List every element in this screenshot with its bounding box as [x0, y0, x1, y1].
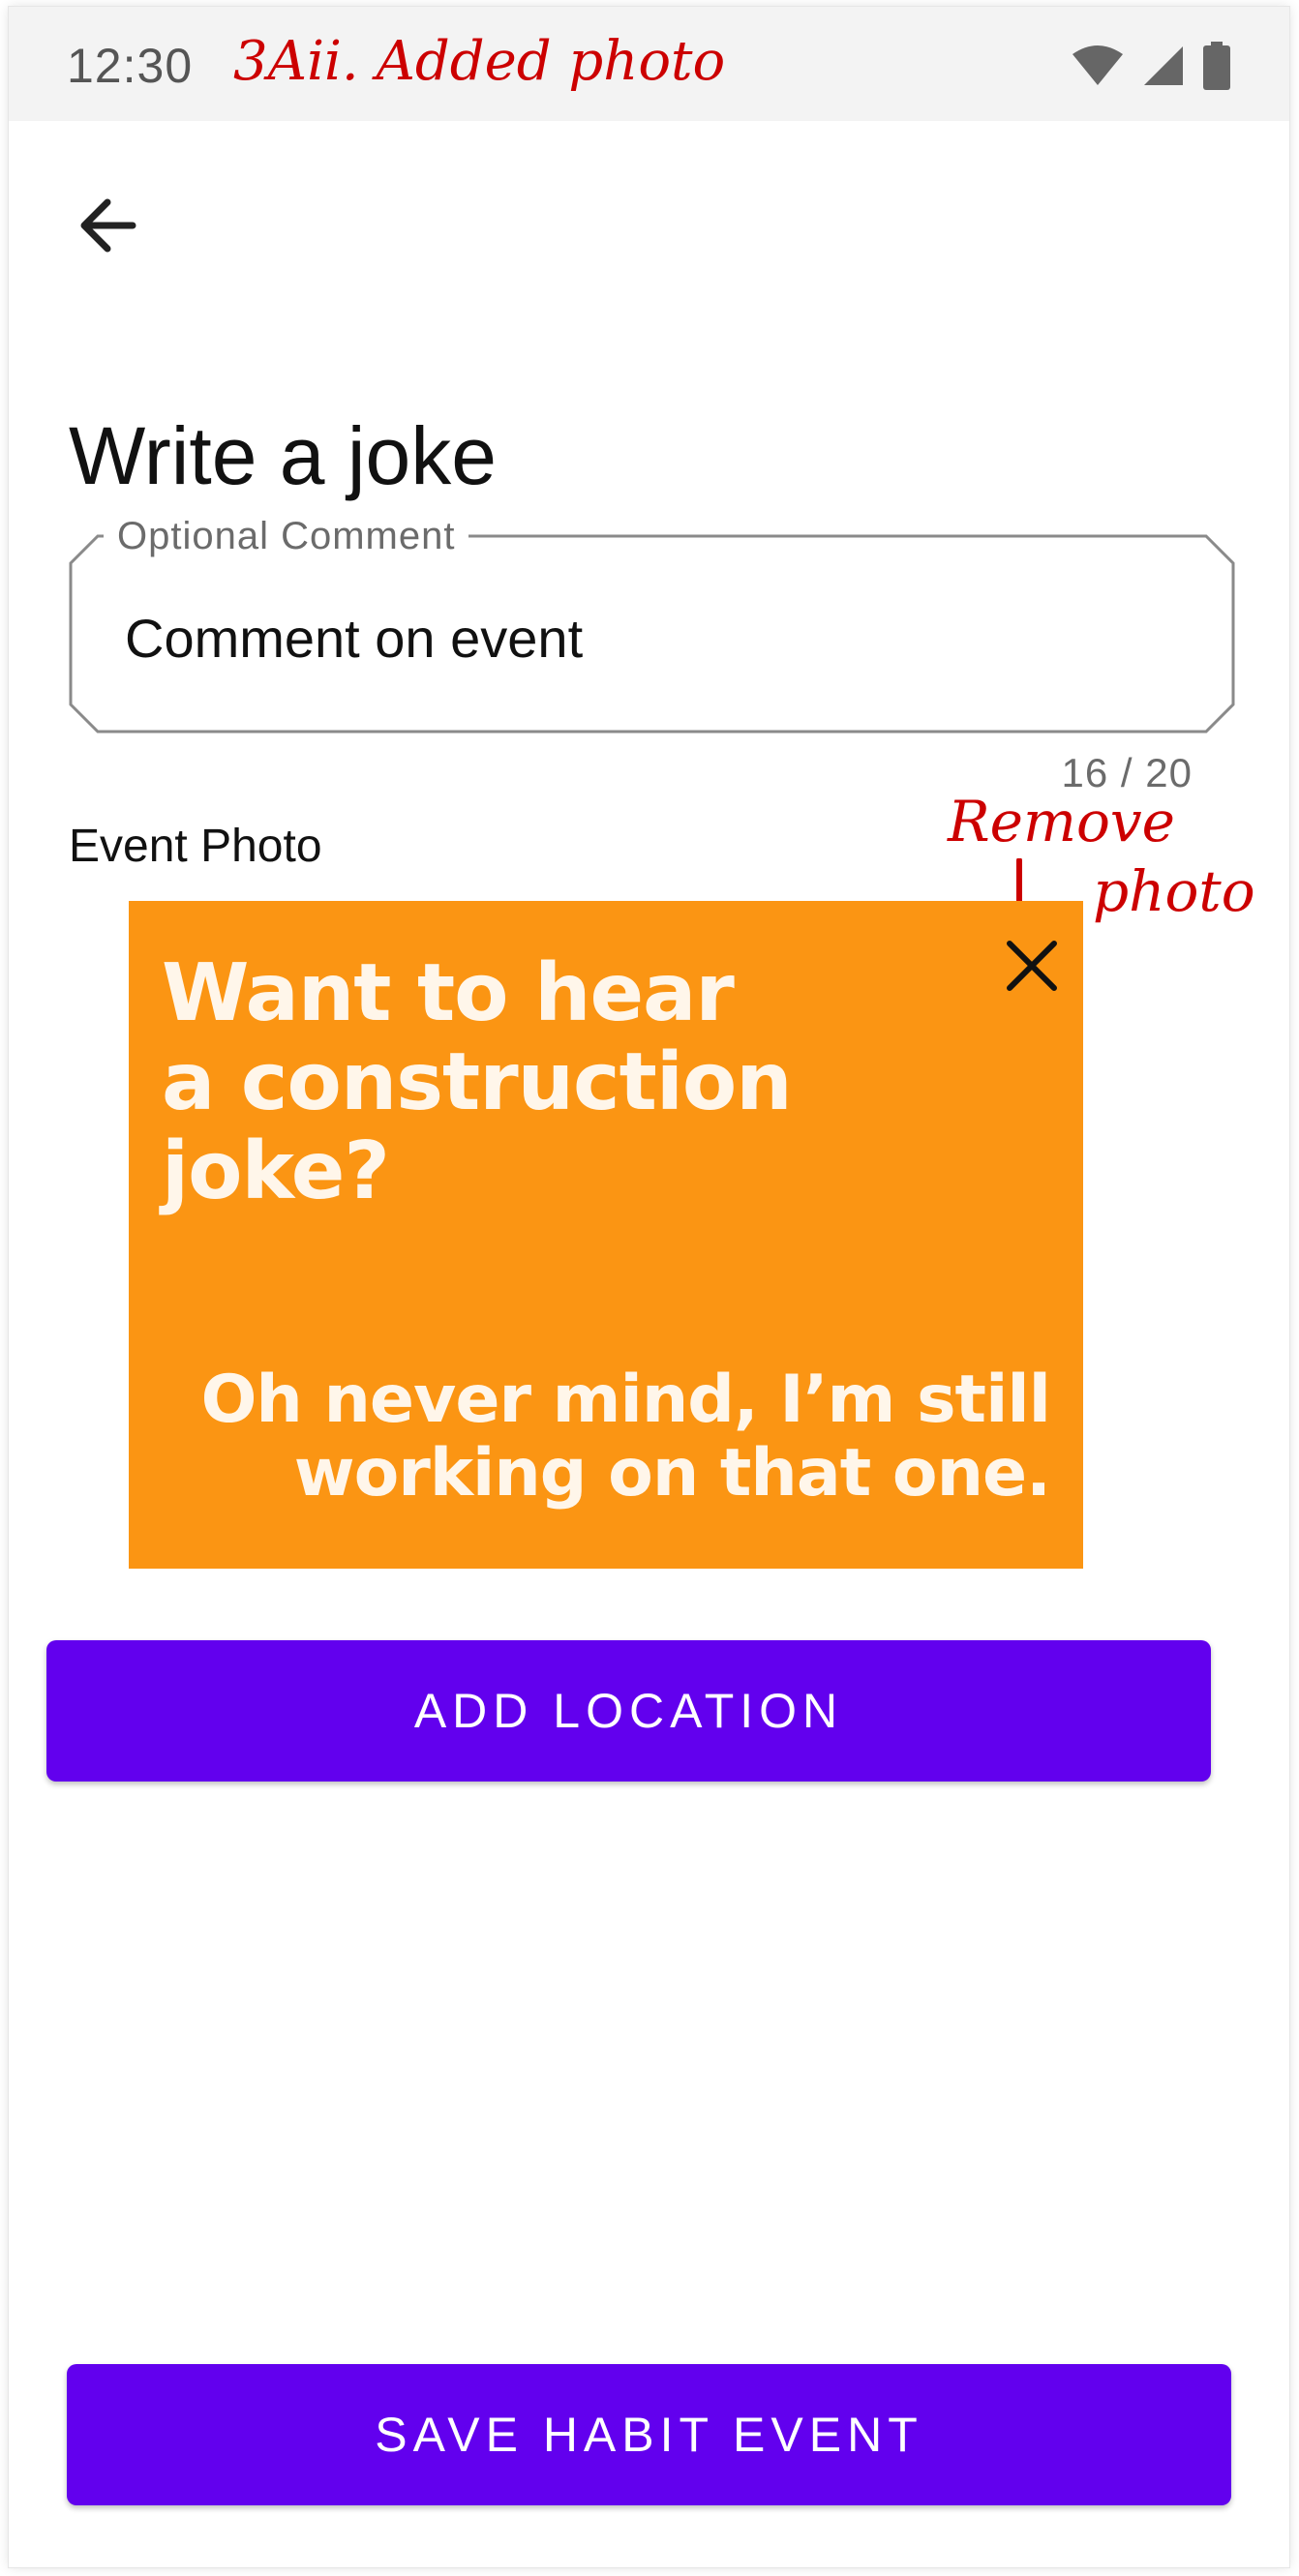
back-arrow-icon[interactable]	[73, 191, 142, 260]
status-time: 12:30	[67, 39, 194, 93]
event-photo-label: Event Photo	[69, 821, 322, 872]
app-screen: 12:30 3Aii. Added photo Write a joke Opt…	[9, 7, 1289, 2567]
comment-input[interactable]	[125, 607, 1170, 670]
event-photo: Want to hear a construction joke? Oh nev…	[129, 901, 1083, 1569]
page-title: Write a joke	[69, 410, 497, 502]
status-bar: 12:30 3Aii. Added photo	[9, 7, 1289, 121]
annotation-remove: Remove	[948, 789, 1176, 854]
photo-headline-text: Want to hear a construction joke?	[162, 947, 793, 1217]
wifi-icon	[1072, 45, 1123, 85]
annotation-title: 3Aii. Added photo	[233, 30, 726, 93]
comment-field[interactable]: Optional Comment	[69, 515, 1235, 734]
save-habit-event-button[interactable]: SAVE HABIT EVENT	[67, 2364, 1231, 2505]
add-location-button[interactable]: ADD LOCATION	[46, 1640, 1211, 1782]
close-icon	[1007, 941, 1057, 991]
annotation-photo: photo	[1093, 858, 1255, 924]
status-icons	[1071, 42, 1231, 90]
remove-photo-button[interactable]	[1000, 934, 1064, 998]
signal-icon	[1144, 46, 1183, 85]
battery-icon	[1203, 42, 1230, 90]
comment-field-label: Optional Comment	[104, 515, 469, 558]
photo-punchline-text: Oh never mind, I’m still working on that…	[200, 1362, 1051, 1512]
